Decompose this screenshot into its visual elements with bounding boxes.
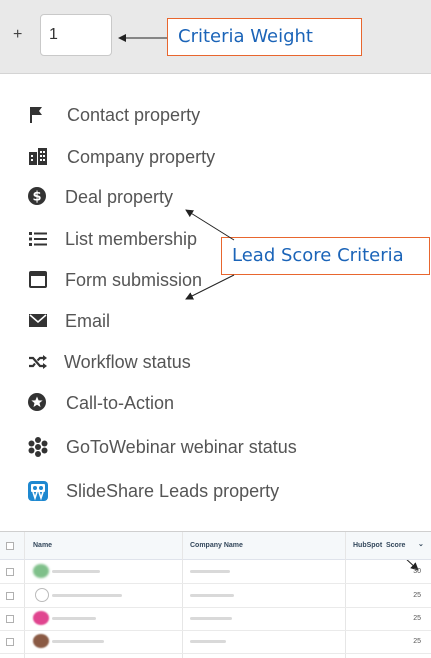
redacted-company — [190, 570, 230, 573]
row-checkbox[interactable] — [6, 638, 14, 646]
table-row[interactable]: 25 — [0, 607, 431, 631]
form-icon — [29, 271, 47, 288]
envelope-icon — [29, 314, 47, 327]
contacts-table: Name Company Name HubSpot Score ⌄ 30 25 … — [0, 531, 431, 658]
score-value: 25 — [413, 592, 421, 599]
criteria-label: Workflow status — [64, 352, 191, 372]
redacted-name — [52, 617, 96, 620]
table-row[interactable]: 30 — [0, 560, 431, 584]
dollar-circle-icon: $ — [28, 187, 46, 205]
row-checkbox[interactable] — [6, 615, 14, 623]
criteria-gotowebinar-status[interactable]: GoToWebinar webinar status — [0, 433, 431, 461]
score-value: 25 — [413, 615, 421, 622]
column-header-score[interactable]: Score — [386, 542, 405, 549]
row-checkbox[interactable] — [6, 592, 14, 600]
criteria-workflow-status[interactable]: Workflow status — [0, 348, 431, 376]
criteria-company-property[interactable]: Company property — [0, 143, 431, 171]
column-header-company[interactable]: Company Name — [190, 542, 243, 549]
sort-chevron-icon[interactable]: ⌄ — [418, 540, 424, 548]
criteria-label: Company property — [67, 147, 216, 167]
table-header: Name Company Name HubSpot Score ⌄ — [0, 532, 431, 560]
plus-label: + — [13, 26, 23, 43]
redacted-company — [190, 640, 226, 643]
list-icon — [29, 232, 47, 246]
score-value: 25 — [413, 638, 421, 645]
redacted-name — [52, 570, 100, 573]
criteria-label: SlideShare Leads property — [66, 481, 280, 501]
criteria-label: Email — [65, 311, 111, 331]
criteria-label: GoToWebinar webinar status — [66, 437, 297, 457]
avatar — [33, 564, 49, 578]
gotowebinar-icon — [28, 437, 48, 457]
table-row[interactable]: 25 — [0, 630, 431, 654]
score-value: 30 — [413, 568, 421, 575]
criteria-email[interactable]: Email — [0, 307, 431, 335]
criteria-label: Call-to-Action — [66, 393, 175, 413]
redacted-company — [190, 594, 234, 597]
criteria-contact-property[interactable]: Contact property — [0, 101, 431, 129]
shuffle-icon — [29, 355, 47, 369]
criteria-label: Contact property — [67, 105, 201, 125]
criteria-weight-input[interactable] — [40, 14, 112, 56]
row-checkbox[interactable] — [6, 568, 14, 576]
avatar — [33, 634, 49, 648]
redacted-name — [52, 640, 104, 643]
redacted-name — [52, 594, 122, 597]
redacted-company — [190, 617, 232, 620]
column-header-name[interactable]: Name — [33, 542, 52, 549]
flag-icon — [30, 107, 42, 123]
column-header-score-prefix[interactable]: HubSpot — [353, 542, 382, 549]
callout-criteria-weight: Criteria Weight — [167, 18, 362, 56]
criteria-label: List membership — [65, 229, 198, 249]
callout-lead-score-criteria: Lead Score Criteria — [221, 237, 430, 275]
avatar — [33, 611, 49, 625]
criteria-slideshare-leads[interactable]: SlideShare Leads property — [0, 477, 431, 505]
star-circle-icon — [28, 393, 46, 411]
slideshare-icon — [28, 481, 48, 501]
building-icon — [29, 148, 47, 165]
criteria-label: Form submission — [65, 270, 203, 290]
avatar — [35, 588, 49, 602]
criteria-label: Deal property — [65, 187, 174, 207]
svg-text:$: $ — [32, 190, 41, 205]
criteria-call-to-action[interactable]: Call-to-Action — [0, 389, 431, 417]
table-row[interactable]: 25 — [0, 584, 431, 608]
select-all-checkbox[interactable] — [6, 542, 14, 550]
criteria-deal-property[interactable]: $ Deal property — [0, 183, 431, 211]
